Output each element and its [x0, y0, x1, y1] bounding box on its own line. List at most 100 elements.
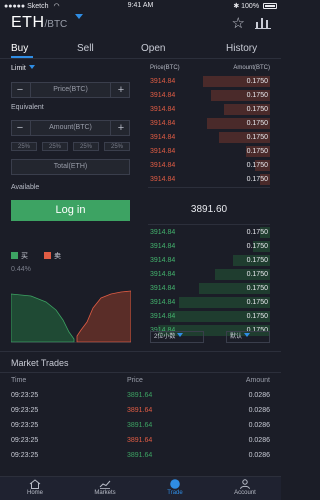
total-input[interactable]: Total(ETH)	[11, 159, 130, 175]
trade-amount: 0.0286	[248, 452, 270, 459]
orderbook-amount-header: Amount(BTC)	[233, 65, 270, 71]
ask-amount: 0.1750	[246, 120, 268, 127]
depth-change: 0.44%	[11, 266, 31, 273]
ask-price: 3914.84	[150, 162, 176, 169]
price-increase-button[interactable]: +	[113, 83, 129, 97]
amount-increase-button[interactable]: +	[113, 121, 129, 135]
bid-row[interactable]: 3914.84 0.1750	[148, 310, 270, 323]
percent-button[interactable]: 25%	[42, 142, 68, 151]
bid-amount: 0.1750	[246, 229, 268, 236]
bid-amount: 0.1750	[246, 299, 268, 306]
tab-history[interactable]: History	[226, 43, 257, 54]
price-stepper[interactable]: − Price(BTC) +	[11, 82, 130, 98]
chevron-down-icon	[244, 333, 251, 337]
sell-legend: 卖	[44, 251, 61, 261]
bid-row[interactable]: 3914.84 0.1750	[148, 226, 270, 239]
sell-swatch	[44, 252, 51, 259]
nav-account[interactable]: Account	[220, 479, 270, 496]
ask-row[interactable]: 3914.84 0.1750	[148, 131, 270, 144]
percent-button[interactable]: 25%	[73, 142, 99, 151]
ask-price: 3914.84	[150, 120, 176, 127]
decimals-select[interactable]: 2位小数	[150, 331, 204, 343]
trade-icon	[170, 479, 180, 489]
ask-amount: 0.1750	[246, 162, 268, 169]
trade-time: 09:23:25	[11, 392, 39, 399]
divider	[148, 187, 270, 188]
trade-amount: 0.0286	[248, 392, 270, 399]
bid-row[interactable]: 3914.84 0.1750	[148, 282, 270, 295]
trade-row: 09:23:25 3891.64 0.0286	[11, 437, 270, 452]
tab-sell[interactable]: Sell	[77, 43, 94, 54]
ask-row[interactable]: 3914.84 0.1750	[148, 159, 270, 172]
ask-price: 3914.84	[150, 176, 176, 183]
bid-price: 3914.84	[150, 285, 176, 292]
ask-row[interactable]: 3914.84 0.1750	[148, 75, 270, 88]
trade-row: 09:23:25 3891.64 0.0286	[11, 452, 270, 467]
ask-amount: 0.1750	[246, 134, 268, 141]
bid-price: 3914.84	[150, 229, 176, 236]
divider	[148, 224, 270, 225]
ask-amount: 0.1750	[246, 148, 268, 155]
bid-row[interactable]: 3914.84 0.1750	[148, 296, 270, 309]
home-icon	[29, 479, 41, 489]
bid-amount: 0.1750	[246, 271, 268, 278]
ask-row[interactable]: 3914.84 0.1750	[148, 145, 270, 158]
divider	[0, 58, 281, 59]
default-select[interactable]: 默认	[226, 331, 270, 343]
ask-row[interactable]: 3914.84 0.1750	[148, 103, 270, 116]
tab-open[interactable]: Open	[141, 43, 165, 54]
ask-row[interactable]: 3914.84 0.1750	[148, 173, 270, 186]
bid-amount: 0.1750	[246, 257, 268, 264]
trade-amount: 0.0286	[248, 422, 270, 429]
buy-legend: 买	[11, 251, 28, 261]
price-input[interactable]: Price(BTC)	[30, 83, 111, 97]
trade-tabs: Buy Sell Open History	[0, 40, 281, 58]
amount-input[interactable]: Amount(BTC)	[30, 121, 111, 135]
ask-row[interactable]: 3914.84 0.1750	[148, 89, 270, 102]
status-bar: ●●●●● Sketch ◠ 9:41 AM ✱ 100%	[0, 0, 281, 12]
trade-time: 09:23:25	[11, 437, 39, 444]
depth-chart	[11, 286, 131, 344]
trades-amount-header: Amount	[245, 377, 270, 384]
chevron-down-icon	[177, 333, 184, 337]
favorite-star-icon[interactable]: ☆	[232, 14, 245, 32]
divider	[0, 351, 281, 352]
ask-amount: 0.1750	[246, 106, 268, 113]
nav-trade[interactable]: Trade	[150, 479, 200, 496]
tab-buy[interactable]: Buy	[11, 43, 28, 54]
amount-decrease-button[interactable]: −	[12, 121, 28, 135]
amount-stepper[interactable]: − Amount(BTC) +	[11, 120, 130, 136]
pair-quote: /BTC	[44, 19, 68, 30]
percent-button[interactable]: 25%	[104, 142, 130, 151]
bid-row[interactable]: 3914.84 0.1750	[148, 268, 270, 281]
nav-markets[interactable]: Markets	[80, 479, 130, 496]
bid-row[interactable]: 3914.84 0.1750	[148, 254, 270, 267]
login-button[interactable]: Log in	[11, 200, 130, 221]
bid-price: 3914.84	[150, 243, 176, 250]
pair-base: ETH	[11, 14, 45, 31]
markets-icon	[99, 480, 111, 489]
bottom-nav: Home Markets Trade Account	[0, 476, 281, 500]
chart-icon[interactable]	[255, 16, 271, 29]
ask-row[interactable]: 3914.84 0.1750	[148, 117, 270, 130]
trade-price: 3891.64	[127, 422, 153, 429]
nav-home[interactable]: Home	[10, 479, 60, 496]
battery-status: ✱ 100%	[233, 2, 277, 10]
bid-amount: 0.1750	[246, 313, 268, 320]
percent-button[interactable]: 25%	[11, 142, 37, 151]
trade-price: 3891.64	[127, 392, 153, 399]
trade-row: 09:23:25 3891.64 0.0286	[11, 407, 270, 422]
order-type-select[interactable]: Limit	[11, 65, 35, 72]
price-decrease-button[interactable]: −	[12, 83, 28, 97]
bid-amount: 0.1750	[246, 285, 268, 292]
pair-selector[interactable]: ETH/BTC	[11, 14, 84, 32]
last-price: 3891.60	[190, 204, 228, 215]
trade-amount: 0.0286	[248, 407, 270, 414]
ask-price: 3914.84	[150, 92, 176, 99]
ask-price: 3914.84	[150, 148, 176, 155]
bid-amount: 0.1750	[246, 243, 268, 250]
available-label: Available	[11, 184, 40, 191]
bid-price: 3914.84	[150, 313, 176, 320]
bid-row[interactable]: 3914.84 0.1750	[148, 240, 270, 253]
bid-price: 3914.84	[150, 271, 176, 278]
